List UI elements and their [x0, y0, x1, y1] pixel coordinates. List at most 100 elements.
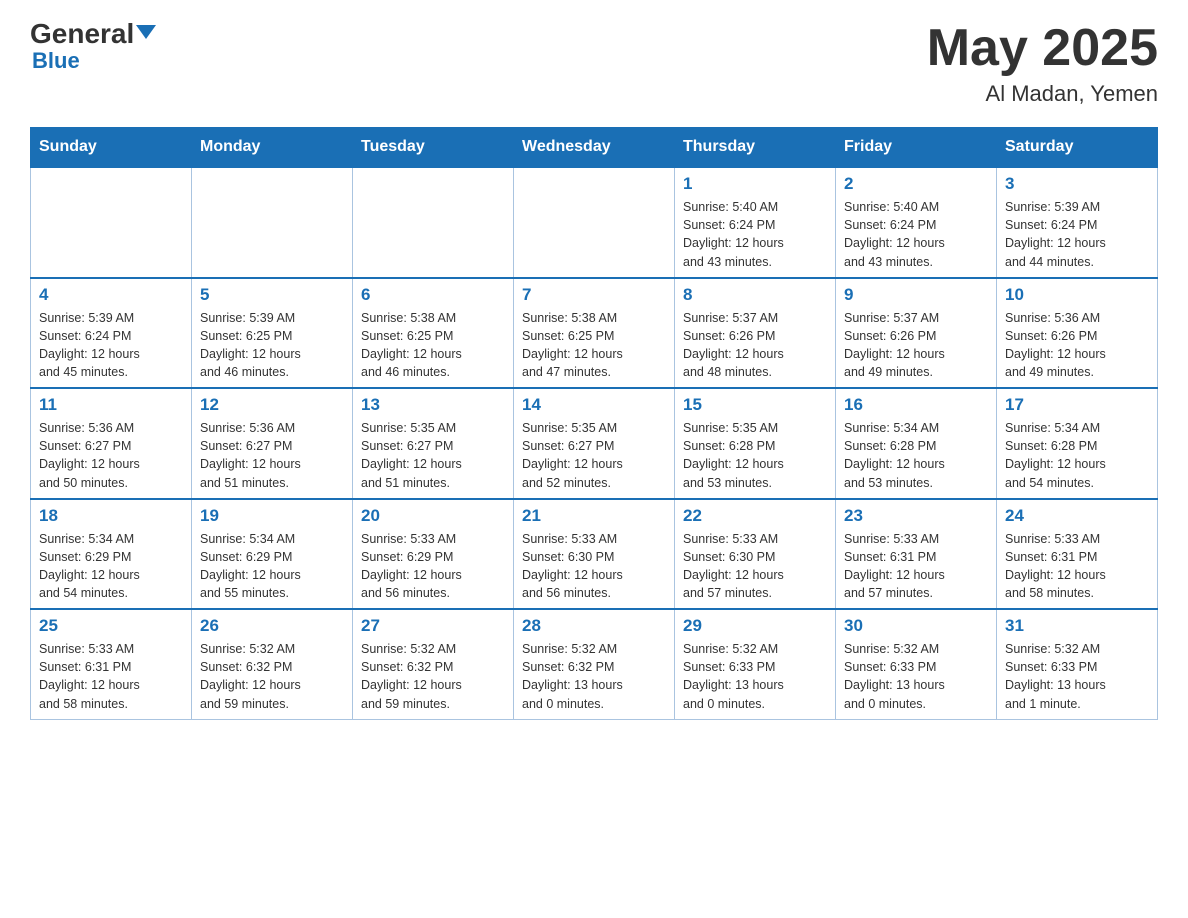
calendar-cell-2-5: 16 Sunrise: 5:34 AMSunset: 6:28 PMDayligh… — [836, 388, 997, 499]
day-number: 16 — [844, 395, 988, 415]
header-sunday: Sunday — [31, 128, 192, 168]
calendar-cell-1-5: 9Sunrise: 5:37 AMSunset: 6:26 PMDaylight… — [836, 278, 997, 389]
calendar-cell-3-2: 20 Sunrise: 5:33 AMSunset: 6:29 PMDayligh… — [353, 499, 514, 610]
calendar-cell-0-1 — [192, 167, 353, 278]
day-number: 3 — [1005, 174, 1149, 194]
day-number: 12 — [200, 395, 344, 415]
day-number: 1 — [683, 174, 827, 194]
week-row-1: 1 Sunrise: 5:40 AMSunset: 6:24 PMDaylight… — [31, 167, 1158, 278]
day-info: Sunrise: 5:33 AMSunset: 6:30 PMDaylight:… — [683, 530, 827, 603]
day-number: 15 — [683, 395, 827, 415]
day-info: Sunrise: 5:34 AMSunset: 6:28 PMDaylight:… — [1005, 419, 1149, 492]
calendar-cell-4-6: 31 Sunrise: 5:32 AMSunset: 6:33 PMDayligh… — [997, 609, 1158, 719]
header-friday: Friday — [836, 128, 997, 168]
calendar-table: Sunday Monday Tuesday Wednesday Thursday… — [30, 127, 1158, 720]
day-number: 4 — [39, 285, 183, 305]
calendar-cell-0-4: 1Sunrise: 5:40 AMSunset: 6:24 PMDaylight… — [675, 167, 836, 278]
day-number: 30 — [844, 616, 988, 636]
calendar-cell-4-3: 28 Sunrise: 5:32 AMSunset: 6:32 PMDayligh… — [514, 609, 675, 719]
header-saturday: Saturday — [997, 128, 1158, 168]
day-info: Sunrise: 5:32 AMSunset: 6:32 PMDaylight:… — [361, 640, 505, 713]
day-info: Sunrise: 5:39 AMSunset: 6:24 PMDaylight:… — [1005, 198, 1149, 271]
day-info: Sunrise: 5:33 AMSunset: 6:29 PMDaylight:… — [361, 530, 505, 603]
day-number: 31 — [1005, 616, 1149, 636]
calendar-cell-0-2 — [353, 167, 514, 278]
calendar-cell-2-6: 17 Sunrise: 5:34 AMSunset: 6:28 PMDayligh… — [997, 388, 1158, 499]
day-info: Sunrise: 5:37 AMSunset: 6:26 PMDaylight:… — [683, 309, 827, 382]
header-thursday: Thursday — [675, 128, 836, 168]
day-number: 9 — [844, 285, 988, 305]
calendar-cell-2-2: 13 Sunrise: 5:35 AMSunset: 6:27 PMDayligh… — [353, 388, 514, 499]
day-info: Sunrise: 5:33 AMSunset: 6:31 PMDaylight:… — [39, 640, 183, 713]
calendar-cell-0-6: 3 Sunrise: 5:39 AMSunset: 6:24 PMDaylight… — [997, 167, 1158, 278]
day-number: 21 — [522, 506, 666, 526]
calendar-subtitle: Al Madan, Yemen — [927, 81, 1158, 107]
day-info: Sunrise: 5:32 AMSunset: 6:33 PMDaylight:… — [683, 640, 827, 713]
day-number: 18 — [39, 506, 183, 526]
day-info: Sunrise: 5:40 AMSunset: 6:24 PMDaylight:… — [844, 198, 988, 271]
day-info: Sunrise: 5:32 AMSunset: 6:32 PMDaylight:… — [522, 640, 666, 713]
day-number: 2 — [844, 174, 988, 194]
day-info: Sunrise: 5:32 AMSunset: 6:33 PMDaylight:… — [1005, 640, 1149, 713]
day-number: 22 — [683, 506, 827, 526]
calendar-cell-3-5: 23 Sunrise: 5:33 AMSunset: 6:31 PMDayligh… — [836, 499, 997, 610]
day-info: Sunrise: 5:36 AMSunset: 6:27 PMDaylight:… — [200, 419, 344, 492]
day-info: Sunrise: 5:35 AMSunset: 6:27 PMDaylight:… — [522, 419, 666, 492]
day-number: 19 — [200, 506, 344, 526]
day-number: 5 — [200, 285, 344, 305]
day-number: 8 — [683, 285, 827, 305]
calendar-cell-1-0: 4 Sunrise: 5:39 AMSunset: 6:24 PMDaylight… — [31, 278, 192, 389]
day-number: 25 — [39, 616, 183, 636]
day-info: Sunrise: 5:35 AMSunset: 6:28 PMDaylight:… — [683, 419, 827, 492]
day-info: Sunrise: 5:34 AMSunset: 6:28 PMDaylight:… — [844, 419, 988, 492]
day-number: 13 — [361, 395, 505, 415]
calendar-cell-2-3: 14 Sunrise: 5:35 AMSunset: 6:27 PMDayligh… — [514, 388, 675, 499]
day-info: Sunrise: 5:38 AMSunset: 6:25 PMDaylight:… — [361, 309, 505, 382]
day-info: Sunrise: 5:33 AMSunset: 6:31 PMDaylight:… — [844, 530, 988, 603]
calendar-cell-1-1: 5 Sunrise: 5:39 AMSunset: 6:25 PMDaylight… — [192, 278, 353, 389]
logo-blue: Blue — [32, 48, 80, 74]
logo-general: General — [30, 18, 134, 49]
calendar-title: May 2025 — [927, 20, 1158, 77]
day-info: Sunrise: 5:32 AMSunset: 6:32 PMDaylight:… — [200, 640, 344, 713]
header-wednesday: Wednesday — [514, 128, 675, 168]
calendar-cell-4-2: 27Sunrise: 5:32 AMSunset: 6:32 PMDayligh… — [353, 609, 514, 719]
day-info: Sunrise: 5:39 AMSunset: 6:24 PMDaylight:… — [39, 309, 183, 382]
calendar-cell-3-3: 21 Sunrise: 5:33 AMSunset: 6:30 PMDayligh… — [514, 499, 675, 610]
calendar-cell-2-0: 11Sunrise: 5:36 AMSunset: 6:27 PMDayligh… — [31, 388, 192, 499]
day-number: 20 — [361, 506, 505, 526]
calendar-cell-0-5: 2 Sunrise: 5:40 AMSunset: 6:24 PMDaylight… — [836, 167, 997, 278]
day-number: 24 — [1005, 506, 1149, 526]
day-number: 7 — [522, 285, 666, 305]
calendar-cell-2-4: 15 Sunrise: 5:35 AMSunset: 6:28 PMDayligh… — [675, 388, 836, 499]
day-number: 14 — [522, 395, 666, 415]
day-info: Sunrise: 5:34 AMSunset: 6:29 PMDaylight:… — [39, 530, 183, 603]
day-number: 29 — [683, 616, 827, 636]
calendar-cell-1-4: 8 Sunrise: 5:37 AMSunset: 6:26 PMDaylight… — [675, 278, 836, 389]
calendar-cell-0-3 — [514, 167, 675, 278]
calendar-cell-2-1: 12 Sunrise: 5:36 AMSunset: 6:27 PMDayligh… — [192, 388, 353, 499]
day-number: 23 — [844, 506, 988, 526]
calendar-cell-3-6: 24 Sunrise: 5:33 AMSunset: 6:31 PMDayligh… — [997, 499, 1158, 610]
day-number: 6 — [361, 285, 505, 305]
calendar-cell-4-1: 26 Sunrise: 5:32 AMSunset: 6:32 PMDayligh… — [192, 609, 353, 719]
day-number: 26 — [200, 616, 344, 636]
day-number: 10 — [1005, 285, 1149, 305]
day-info: Sunrise: 5:36 AMSunset: 6:27 PMDaylight:… — [39, 419, 183, 492]
page-header: General Blue May 2025 Al Madan, Yemen — [30, 20, 1158, 107]
calendar-cell-1-2: 6 Sunrise: 5:38 AMSunset: 6:25 PMDaylight… — [353, 278, 514, 389]
calendar-cell-4-4: 29 Sunrise: 5:32 AMSunset: 6:33 PMDayligh… — [675, 609, 836, 719]
day-info: Sunrise: 5:38 AMSunset: 6:25 PMDaylight:… — [522, 309, 666, 382]
day-number: 28 — [522, 616, 666, 636]
calendar-cell-3-1: 19Sunrise: 5:34 AMSunset: 6:29 PMDayligh… — [192, 499, 353, 610]
day-info: Sunrise: 5:33 AMSunset: 6:31 PMDaylight:… — [1005, 530, 1149, 603]
calendar-cell-4-0: 25 Sunrise: 5:33 AMSunset: 6:31 PMDayligh… — [31, 609, 192, 719]
day-info: Sunrise: 5:36 AMSunset: 6:26 PMDaylight:… — [1005, 309, 1149, 382]
title-section: May 2025 Al Madan, Yemen — [927, 20, 1158, 107]
day-info: Sunrise: 5:33 AMSunset: 6:30 PMDaylight:… — [522, 530, 666, 603]
calendar-cell-3-4: 22 Sunrise: 5:33 AMSunset: 6:30 PMDayligh… — [675, 499, 836, 610]
day-info: Sunrise: 5:35 AMSunset: 6:27 PMDaylight:… — [361, 419, 505, 492]
day-number: 17 — [1005, 395, 1149, 415]
day-info: Sunrise: 5:39 AMSunset: 6:25 PMDaylight:… — [200, 309, 344, 382]
calendar-header-row: Sunday Monday Tuesday Wednesday Thursday… — [31, 128, 1158, 168]
